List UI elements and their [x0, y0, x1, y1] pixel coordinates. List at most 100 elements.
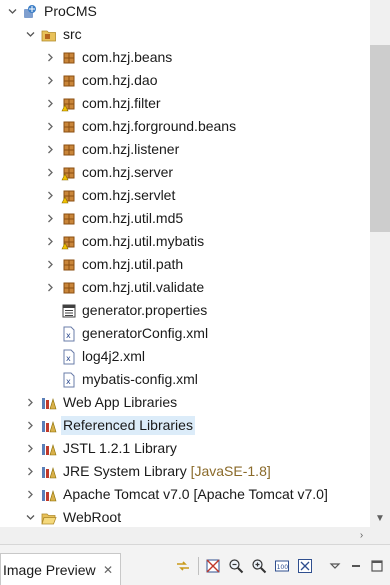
- file-label: generator.properties: [82, 302, 208, 318]
- fit-image-icon[interactable]: [204, 557, 222, 575]
- tree-row-jre-system-library[interactable]: JRE System Library [JavaSE-1.8]: [0, 460, 370, 483]
- tree-row-package[interactable]: com.hzj.util.validate: [0, 276, 370, 299]
- tree-row-package[interactable]: com.hzj.beans: [0, 46, 370, 69]
- tree-row-package[interactable]: com.hzj.util.mybatis: [0, 230, 370, 253]
- tree-row-package[interactable]: com.hzj.listener: [0, 138, 370, 161]
- tree-row-project[interactable]: ProCMS: [0, 0, 370, 23]
- library-icon: [42, 466, 57, 479]
- collapse-chevron-icon[interactable]: [24, 506, 36, 527]
- expand-chevron-icon[interactable]: [44, 115, 56, 138]
- expand-chevron-icon[interactable]: [24, 414, 36, 437]
- package-icon: [63, 75, 75, 87]
- svg-text:100: 100: [277, 564, 289, 571]
- tab-image-preview[interactable]: Image Preview ✕: [0, 553, 121, 585]
- package-icon: [63, 121, 75, 133]
- expand-chevron-icon[interactable]: [44, 46, 56, 69]
- file-label: log4j2.xml: [82, 348, 146, 364]
- tree-row-jstl-library[interactable]: JSTL 1.2.1 Library: [0, 437, 370, 460]
- properties-file-icon: [62, 304, 76, 318]
- library-icon: [42, 489, 57, 502]
- package-label: com.hzj.beans: [82, 49, 173, 65]
- tree-row-file[interactable]: x generatorConfig.xml: [0, 322, 370, 345]
- vertical-scrollbar-thumb[interactable]: [370, 45, 390, 232]
- file-label: mybatis-config.xml: [82, 371, 198, 387]
- tree-row-package[interactable]: com.hzj.forground.beans: [0, 115, 370, 138]
- expand-chevron-icon[interactable]: [44, 253, 56, 276]
- tree-row-file[interactable]: generator.properties: [0, 299, 370, 322]
- package-label: com.hzj.forground.beans: [82, 118, 237, 134]
- zoom-out-icon[interactable]: [227, 557, 245, 575]
- expand-chevron-icon[interactable]: [44, 184, 56, 207]
- expand-chevron-icon[interactable]: [24, 391, 36, 414]
- web-project-icon: [24, 5, 36, 18]
- xml-file-icon: x: [63, 326, 75, 342]
- package-label: com.hzj.util.md5: [82, 210, 184, 226]
- tree-row-webroot[interactable]: WebRoot: [0, 506, 370, 527]
- file-label: generatorConfig.xml: [82, 325, 209, 341]
- horizontal-scrollbar[interactable]: ›: [0, 527, 370, 544]
- expand-chevron-icon[interactable]: [44, 276, 56, 299]
- tree-row-file[interactable]: x mybatis-config.xml: [0, 368, 370, 391]
- jre-library-name: JRE System Library: [63, 463, 187, 479]
- fit-to-window-icon[interactable]: [296, 557, 314, 575]
- library-icon: [42, 420, 57, 433]
- actual-size-icon[interactable]: 100: [273, 557, 291, 575]
- maximize-icon[interactable]: [368, 557, 386, 575]
- package-warning-icon: [61, 190, 75, 204]
- tree-row-package[interactable]: com.hzj.filter: [0, 92, 370, 115]
- image-preview-panel: Image Preview ✕ 100: [0, 544, 390, 585]
- vertical-scrollbar[interactable]: ▼: [370, 0, 390, 527]
- scroll-right-arrow-icon[interactable]: ›: [353, 527, 370, 544]
- tab-label: Image Preview: [3, 562, 96, 578]
- tree-row-file[interactable]: x log4j2.xml: [0, 345, 370, 368]
- link-with-editor-icon[interactable]: [174, 557, 192, 575]
- package-icon: [63, 259, 75, 271]
- scrollbar-corner: [370, 527, 390, 544]
- package-icon: [63, 282, 75, 294]
- tree-row-src[interactable]: src: [0, 23, 370, 46]
- library-label: Referenced Libraries: [61, 416, 195, 435]
- library-icon: [42, 443, 57, 456]
- tree-row-web-app-libraries[interactable]: Web App Libraries: [0, 391, 370, 414]
- close-icon[interactable]: ✕: [102, 564, 114, 576]
- expand-chevron-icon[interactable]: [24, 437, 36, 460]
- package-label: com.hzj.util.mybatis: [82, 233, 205, 249]
- library-icon: [42, 397, 57, 410]
- expand-chevron-icon[interactable]: [44, 230, 56, 253]
- expand-chevron-icon[interactable]: [44, 207, 56, 230]
- package-warning-icon: [61, 167, 75, 181]
- project-label: ProCMS: [44, 3, 97, 19]
- tree-row-tomcat-library[interactable]: Apache Tomcat v7.0 [Apache Tomcat v7.0]: [0, 483, 370, 506]
- source-folder-icon: [41, 30, 56, 42]
- tree-row-package[interactable]: com.hzj.server: [0, 161, 370, 184]
- package-label: com.hzj.util.path: [82, 256, 184, 272]
- collapse-chevron-icon[interactable]: [6, 0, 18, 23]
- collapse-chevron-icon[interactable]: [24, 23, 36, 46]
- tree-row-package[interactable]: com.hzj.servlet: [0, 184, 370, 207]
- tree-row-referenced-libraries[interactable]: Referenced Libraries: [0, 414, 370, 437]
- svg-text:x: x: [66, 354, 71, 363]
- library-label: Web App Libraries: [63, 394, 178, 410]
- library-label: Apache Tomcat v7.0 [Apache Tomcat v7.0]: [63, 486, 328, 502]
- expand-chevron-icon[interactable]: [44, 138, 56, 161]
- scroll-down-arrow-icon[interactable]: ▼: [370, 510, 390, 527]
- expand-chevron-icon[interactable]: [44, 92, 56, 115]
- expand-chevron-icon[interactable]: [44, 161, 56, 184]
- src-label: src: [63, 26, 82, 42]
- tree-row-package[interactable]: com.hzj.util.md5: [0, 207, 370, 230]
- package-warning-icon: [61, 98, 75, 112]
- package-icon: [63, 52, 75, 64]
- jre-version-decoration: [JavaSE-1.8]: [190, 463, 271, 479]
- tree-row-package[interactable]: com.hzj.util.path: [0, 253, 370, 276]
- tree-row-package[interactable]: com.hzj.dao: [0, 69, 370, 92]
- expand-chevron-icon[interactable]: [24, 483, 36, 506]
- minimize-icon[interactable]: [347, 557, 365, 575]
- expand-chevron-icon[interactable]: [24, 460, 36, 483]
- svg-text:x: x: [66, 331, 71, 340]
- xml-file-icon: x: [63, 349, 75, 365]
- expand-chevron-icon[interactable]: [44, 69, 56, 92]
- package-label: com.hzj.servlet: [82, 187, 176, 203]
- project-explorer-tree: ProCMS src com.hzj.beans com.hzj.dao com…: [0, 0, 370, 527]
- view-menu-icon[interactable]: [326, 557, 344, 575]
- zoom-in-icon[interactable]: [250, 557, 268, 575]
